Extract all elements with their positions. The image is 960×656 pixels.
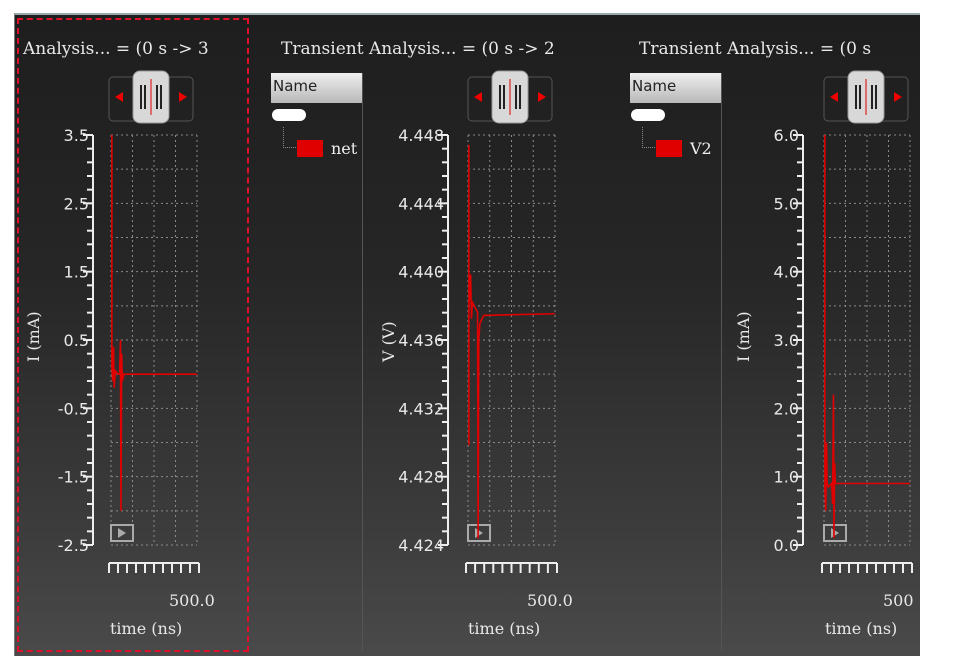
scroll-right-icon[interactable] <box>894 92 902 102</box>
y-tick-label: 4.444 <box>398 194 444 213</box>
x-tick-label-2: 500.0 <box>527 591 573 610</box>
play-icon <box>831 528 839 538</box>
y-tick-label: 4.448 <box>398 126 444 145</box>
y-tick-label: 3.5 <box>64 126 89 145</box>
y-tick-label: -1.5 <box>58 468 89 487</box>
scroll-right-icon[interactable] <box>538 92 546 102</box>
y-tick-label: 6.0 <box>774 126 799 145</box>
y-tick-label: 5.0 <box>774 194 799 213</box>
x-axis-label-1: time (ns) <box>110 619 183 638</box>
y-tick-label: 0.0 <box>774 536 799 555</box>
x-axis-label-3: time (ns) <box>825 619 898 638</box>
y-axis-label: I (mA) <box>24 311 43 362</box>
y-tick-label: 2.0 <box>774 399 799 418</box>
y-tick-label: 4.436 <box>398 331 444 350</box>
y-tick-label: 2.5 <box>64 194 89 213</box>
y-tick-label: 3.0 <box>774 331 799 350</box>
scroll-left-icon[interactable] <box>474 92 482 102</box>
y-tick-label: -2.5 <box>58 536 89 555</box>
y-tick-label: 4.424 <box>398 536 444 555</box>
y-tick-label: -0.5 <box>58 399 89 418</box>
scroll-left-icon[interactable] <box>830 92 838 102</box>
y-tick-label: 4.428 <box>398 468 444 487</box>
scroll-right-icon[interactable] <box>179 92 187 102</box>
x-tick-label-1: 500.0 <box>169 591 215 610</box>
y-axis-label: V (V) <box>379 321 398 363</box>
y-tick-label: 4.0 <box>774 263 799 282</box>
y-axis-label: I (mA) <box>734 311 753 362</box>
y-tick-label: 4.440 <box>398 263 444 282</box>
play-icon <box>118 528 126 538</box>
waveform-window: Analysis... = (0 s -> 3 Transient Analys… <box>14 13 920 656</box>
y-tick-label: 1.5 <box>64 263 89 282</box>
x-axis-label-2: time (ns) <box>468 619 541 638</box>
plots-canvas[interactable]: 3.5 2.5 1.5 0.5 -0.5 -1.5 -2.5 I (mA) 4.448 4.444… <box>15 15 920 656</box>
y-tick-label: 4.432 <box>398 399 444 418</box>
y-tick-label: 0.5 <box>64 331 89 350</box>
y-tick-label: 1.0 <box>774 468 799 487</box>
scroll-left-icon[interactable] <box>115 92 123 102</box>
play-icon <box>475 528 483 538</box>
x-tick-label-3: 500 <box>883 591 914 610</box>
